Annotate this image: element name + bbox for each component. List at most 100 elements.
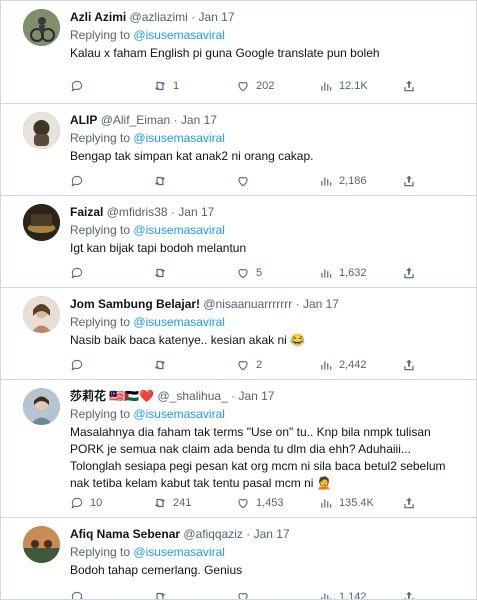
tweet-text: Kalau x faham English pi guna Google tra… — [70, 46, 380, 60]
reply-button[interactable]: 10 — [70, 496, 126, 510]
tweet-text: Igt kan bijak tapi bodoh melantun — [70, 241, 247, 255]
share-icon — [404, 497, 414, 509]
author-handle[interactable]: @Alif_Eiman — [101, 113, 171, 127]
tweet-date[interactable]: Jan 17 — [238, 389, 274, 403]
views-count: 12.1K — [339, 80, 368, 92]
views-count: 1,632 — [339, 267, 367, 279]
share-icon — [404, 175, 414, 187]
author-name[interactable]: Azli Azimi — [70, 10, 126, 24]
avatar[interactable] — [23, 112, 60, 149]
views-button[interactable]: 2,186 — [319, 174, 375, 188]
reply-prefix: Replying to — [70, 545, 131, 559]
tweet[interactable]: 莎莉花 🇲🇾🇵🇸❤️ @_shalihua_ · Jan 17 Replying… — [1, 380, 476, 518]
views-button[interactable]: 12.1K — [319, 79, 375, 93]
reply-mention-link[interactable]: @isusemasaviral — [133, 545, 225, 559]
author-name[interactable]: 莎莉花 🇲🇾🇵🇸❤️ — [70, 389, 154, 403]
reply-mention-link[interactable]: @isusemasaviral — [133, 315, 225, 329]
like-button[interactable]: 202 — [236, 79, 292, 93]
reply-mention-link[interactable]: @isusemasaviral — [133, 407, 225, 421]
separator: · — [173, 113, 178, 127]
tweet[interactable]: Afiq Nama Sebenar @afiqqaziz · Jan 17 Re… — [1, 518, 476, 600]
author-name[interactable]: Afiq Nama Sebenar — [70, 527, 180, 541]
retweet-count: 241 — [173, 497, 192, 509]
share-button[interactable] — [402, 358, 416, 372]
reply-prefix: Replying to — [70, 315, 131, 329]
reply-prefix: Replying to — [70, 223, 131, 237]
retweet-icon — [154, 498, 166, 508]
avatar[interactable] — [23, 388, 60, 425]
tweet[interactable]: ALIP @Alif_Eiman · Jan 17 Replying to @i… — [1, 104, 476, 196]
tweet[interactable]: Faizal @mfidris38 · Jan 17 Replying to @… — [1, 196, 476, 288]
share-icon — [404, 591, 414, 599]
reply-icon — [71, 497, 83, 509]
views-count: 2,442 — [339, 359, 367, 371]
retweet-button[interactable] — [153, 358, 209, 372]
separator: · — [170, 205, 175, 219]
author-name[interactable]: Jom Sambung Belajar! — [70, 297, 200, 311]
tweet[interactable]: Jom Sambung Belajar! @nisaanuarrrrrrr · … — [1, 288, 476, 380]
author-handle[interactable]: @mfidris38 — [107, 205, 168, 219]
like-button[interactable]: 1,453 — [236, 496, 292, 510]
retweet-count: 1 — [173, 80, 180, 92]
tweet-date[interactable]: Jan 17 — [303, 297, 339, 311]
reply-prefix: Replying to — [70, 28, 131, 42]
share-button[interactable] — [402, 496, 416, 510]
author-handle[interactable]: @nisaanuarrrrrrr — [203, 297, 292, 311]
reply-prefix: Replying to — [70, 407, 131, 421]
reply-button[interactable] — [70, 358, 126, 372]
share-button[interactable] — [402, 266, 416, 280]
tweet-date[interactable]: Jan 17 — [254, 527, 290, 541]
share-button[interactable] — [402, 590, 416, 599]
reply-mention-link[interactable]: @isusemasaviral — [133, 131, 225, 145]
avatar[interactable] — [23, 296, 60, 333]
like-button[interactable]: 5 — [236, 266, 292, 280]
views-button[interactable]: 1,142 — [319, 590, 375, 600]
avatar[interactable] — [23, 204, 60, 241]
author-name[interactable]: ALIP — [70, 113, 97, 127]
tweet-text: Masalahnya dia faham tak terms "Use on" … — [70, 425, 446, 490]
like-button[interactable] — [236, 590, 292, 599]
share-button[interactable] — [402, 79, 416, 93]
separator: · — [191, 10, 196, 24]
views-button[interactable]: 135.4K — [319, 496, 375, 510]
avatar[interactable] — [23, 9, 60, 46]
like-button[interactable] — [236, 174, 292, 188]
separator: · — [231, 389, 236, 403]
tweet-text: Bengap tak simpan kat anak2 ni orang cak… — [70, 149, 314, 163]
views-button[interactable]: 2,442 — [319, 358, 375, 372]
views-count: 1,142 — [339, 591, 367, 600]
retweet-button[interactable] — [153, 174, 209, 188]
retweet-icon — [154, 360, 166, 370]
retweet-button[interactable] — [153, 266, 209, 280]
reply-button[interactable] — [70, 266, 126, 280]
share-icon — [404, 267, 414, 279]
reply-feed: Azli Azimi @azliazimi · Jan 17 Replying … — [0, 0, 477, 600]
reply-mention-link[interactable]: @isusemasaviral — [133, 223, 225, 237]
like-button[interactable]: 2 — [236, 358, 292, 372]
views-icon — [321, 82, 332, 91]
retweet-icon — [154, 176, 166, 186]
avatar[interactable] — [23, 526, 60, 563]
views-button[interactable]: 1,632 — [319, 266, 375, 280]
author-handle[interactable]: @azliazimi — [130, 10, 188, 24]
retweet-button[interactable] — [153, 590, 209, 599]
tweet-date[interactable]: Jan 17 — [178, 205, 214, 219]
retweet-button[interactable]: 1 — [153, 79, 209, 93]
reply-mention-link[interactable]: @isusemasaviral — [133, 28, 225, 42]
author-handle[interactable]: @_shalihua_ — [158, 389, 228, 403]
like-count: 2 — [256, 359, 263, 371]
share-button[interactable] — [402, 174, 416, 188]
author-handle[interactable]: @afiqqaziz — [183, 527, 243, 541]
reply-button[interactable] — [70, 174, 126, 188]
author-name[interactable]: Faizal — [70, 205, 103, 219]
reply-button[interactable] — [70, 79, 126, 93]
tweet-date[interactable]: Jan 17 — [198, 10, 234, 24]
retweet-button[interactable]: 241 — [153, 496, 209, 510]
reply-icon — [71, 591, 83, 599]
views-icon — [321, 499, 332, 508]
retweet-icon — [154, 592, 166, 599]
views-icon — [321, 593, 332, 599]
tweet-date[interactable]: Jan 17 — [181, 113, 217, 127]
tweet[interactable]: Azli Azimi @azliazimi · Jan 17 Replying … — [1, 1, 476, 104]
reply-button[interactable] — [70, 590, 126, 599]
